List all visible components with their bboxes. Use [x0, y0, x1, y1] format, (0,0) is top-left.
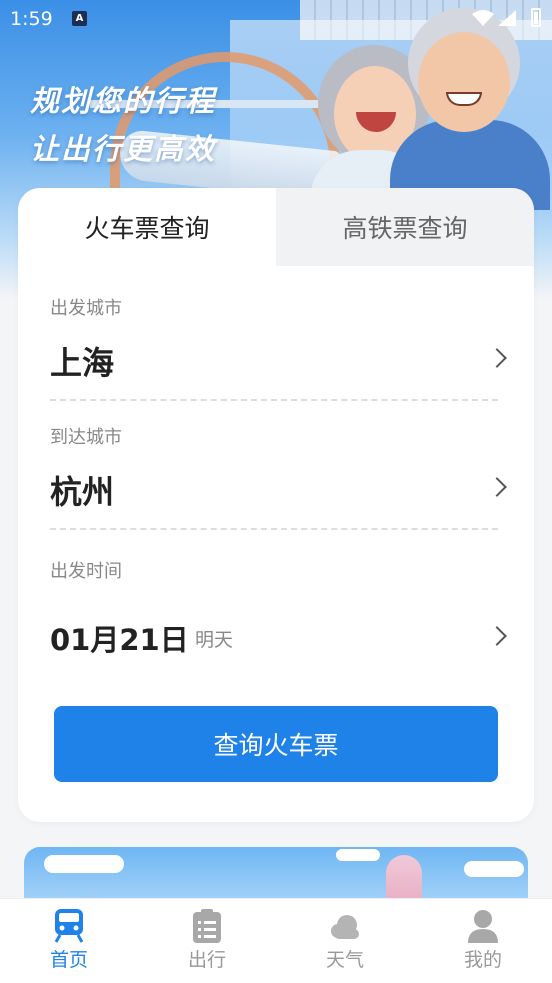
clipboard-list-icon: [193, 909, 221, 943]
nav-home-label: 首页: [49, 949, 88, 971]
cellular-signal-icon: [498, 10, 516, 26]
cloud-decoration: [464, 861, 524, 877]
bottom-navigation: 首页 出行 天气 我的: [0, 898, 552, 983]
arrival-city-value: 杭州: [50, 473, 115, 511]
notification-app-icon: A: [72, 11, 87, 26]
train-icon: [54, 909, 84, 943]
tab-high-speed-rail[interactable]: 高铁票查询: [276, 188, 534, 266]
nav-profile[interactable]: 我的: [414, 899, 552, 983]
ticket-search-card: 高铁票查询 火车票查询 出发城市 上海 到达城市 杭州 出发时间 01月21日 …: [18, 188, 534, 822]
nav-profile-label: 我的: [463, 949, 502, 971]
departure-date-relative: 明天: [195, 629, 234, 651]
departure-city-value: 上海: [50, 344, 115, 382]
nav-trips[interactable]: 出行: [138, 899, 276, 983]
divider: [50, 399, 498, 401]
grandfather-face: [418, 32, 510, 132]
nav-home[interactable]: 首页: [0, 899, 138, 983]
battery-icon: [531, 8, 541, 27]
cloud-decoration: [336, 849, 380, 861]
hero-slogan-line2: 让出行更高效: [30, 132, 217, 166]
wifi-icon: [472, 10, 494, 26]
nav-trips-label: 出行: [187, 949, 226, 971]
nav-weather[interactable]: 天气: [276, 899, 414, 983]
person-icon: [468, 910, 498, 943]
query-train-ticket-button[interactable]: 查询火车票: [54, 706, 498, 782]
nav-weather-label: 天气: [325, 949, 364, 971]
status-bar: 1:59 A: [0, 0, 552, 38]
departure-date-value: 01月21日: [50, 623, 189, 657]
departure-city-label: 出发城市: [50, 298, 122, 319]
status-time: 1:59: [10, 8, 53, 30]
arrival-city-label: 到达城市: [50, 427, 122, 448]
hero-slogan-line1: 规划您的行程: [30, 84, 217, 118]
divider: [50, 528, 498, 530]
departure-date-label: 出发时间: [50, 561, 122, 582]
tab-train-ticket[interactable]: 火车票查询: [18, 188, 276, 266]
cloud-decoration: [44, 855, 124, 873]
cloud-icon: [331, 915, 359, 939]
